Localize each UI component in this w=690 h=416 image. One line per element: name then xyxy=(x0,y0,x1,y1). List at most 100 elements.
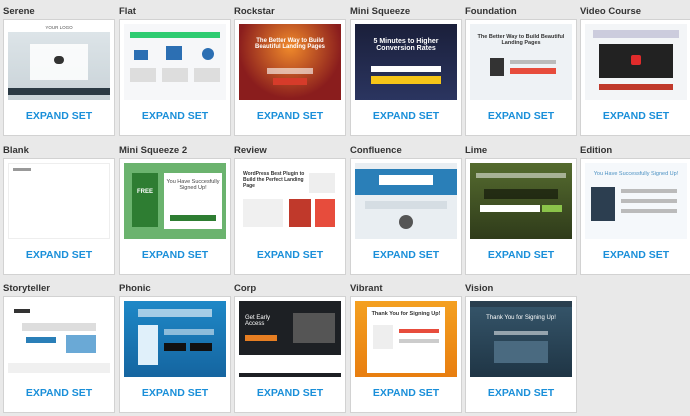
thumbnail-graphic xyxy=(8,163,110,239)
expand-set-button[interactable]: EXPAND SET xyxy=(466,106,576,126)
thumbnail-shape xyxy=(399,329,439,333)
thumbnail-graphic: FREE You Have Succesfully Signed Up! xyxy=(124,163,226,239)
template-thumbnail[interactable]: The Better Way to Build Beautiful Landin… xyxy=(239,24,341,100)
template-thumbnail[interactable]: 5 Minutes to Higher Conversion Rates xyxy=(355,24,457,100)
thumbnail-text: Get Early Access xyxy=(245,315,271,327)
thumbnail-shape xyxy=(476,173,566,178)
template-card: Phonic EXPAND SET xyxy=(119,283,231,416)
thumbnail-shape xyxy=(621,189,677,193)
thumbnail-graphic: YOUR LOGO xyxy=(8,24,110,100)
thumbnail-shape xyxy=(315,199,335,227)
thumbnail-text: The Better Way to Build Beautiful Landin… xyxy=(254,38,325,50)
thumbnail-shape xyxy=(8,88,110,95)
thumbnail-shape xyxy=(54,56,64,64)
template-preview-card[interactable]: Get Early Access EXPAND SET xyxy=(234,296,346,413)
template-thumbnail[interactable]: Thank You for Signing Up! xyxy=(355,301,457,377)
expand-set-button[interactable]: EXPAND SET xyxy=(351,245,461,265)
thumbnail-shape xyxy=(170,215,216,221)
expand-set-button[interactable]: EXPAND SET xyxy=(351,383,461,403)
template-title: Lime xyxy=(465,145,488,156)
template-thumbnail[interactable]: Get Early Access xyxy=(239,301,341,377)
template-title: Corp xyxy=(234,283,257,294)
template-preview-card[interactable]: EXPAND SET xyxy=(580,19,690,136)
template-preview-card[interactable]: EXPAND SET xyxy=(350,158,462,275)
expand-set-button[interactable]: EXPAND SET xyxy=(4,106,114,126)
template-thumbnail[interactable] xyxy=(8,163,110,239)
thumbnail-text: WordPress Best Plugin to Build the Perfe… xyxy=(243,171,305,189)
expand-set-button[interactable]: EXPAND SET xyxy=(120,245,230,265)
template-thumbnail[interactable]: WordPress Best Plugin to Build the Perfe… xyxy=(239,163,341,239)
template-preview-card[interactable]: Thank You for Signing Up! EXPAND SET xyxy=(465,296,577,413)
expand-set-button[interactable]: EXPAND SET xyxy=(120,106,230,126)
thumbnail-shape xyxy=(599,84,673,90)
template-preview-card[interactable]: EXPAND SET xyxy=(119,19,231,136)
thumbnail-graphic: Thank You for Signing Up! xyxy=(355,301,457,377)
template-preview-card[interactable]: The Better Way to Build Beautiful Landin… xyxy=(234,19,346,136)
thumbnail-shape xyxy=(245,335,277,341)
thumbnail-graphic xyxy=(585,24,687,100)
template-card: Rockstar The Better Way to Build Beautif… xyxy=(234,6,346,139)
thumbnail-shape xyxy=(202,48,214,60)
template-preview-card[interactable]: WordPress Best Plugin to Build the Perfe… xyxy=(234,158,346,275)
thumbnail-shape xyxy=(399,215,413,229)
template-thumbnail[interactable]: Thank You for Signing Up! xyxy=(470,301,572,377)
expand-set-button[interactable]: EXPAND SET xyxy=(581,106,690,126)
template-preview-card[interactable]: EXPAND SET xyxy=(3,296,115,413)
template-thumbnail[interactable] xyxy=(355,163,457,239)
expand-set-button[interactable]: EXPAND SET xyxy=(466,383,576,403)
thumbnail-graphic xyxy=(124,24,226,100)
template-thumbnail[interactable] xyxy=(8,301,110,377)
template-thumbnail[interactable] xyxy=(124,301,226,377)
expand-set-button[interactable]: EXPAND SET xyxy=(235,245,345,265)
thumbnail-graphic xyxy=(124,301,226,377)
template-title: Edition xyxy=(580,145,613,156)
template-preview-card[interactable]: The Better Way to Build Beautiful Landin… xyxy=(465,19,577,136)
thumbnail-shape xyxy=(373,325,393,349)
thumbnail-shape xyxy=(190,343,212,351)
template-thumbnail[interactable] xyxy=(124,24,226,100)
template-card: Video Course EXPAND SET xyxy=(580,6,690,139)
thumbnail-shape xyxy=(621,209,677,213)
template-preview-card[interactable]: EXPAND SET xyxy=(119,296,231,413)
template-title: Blank xyxy=(3,145,29,156)
expand-set-button[interactable]: EXPAND SET xyxy=(235,106,345,126)
template-card: Lime EXPAND SET xyxy=(465,145,577,278)
template-thumbnail[interactable]: The Better Way to Build Beautiful Landin… xyxy=(470,24,572,100)
template-preview-card[interactable]: Thank You for Signing Up! EXPAND SET xyxy=(350,296,462,413)
template-preview-card[interactable]: EXPAND SET xyxy=(3,158,115,275)
thumbnail-shape xyxy=(243,199,283,227)
template-preview-card[interactable]: You Have Successfully Signed Up! EXPAND … xyxy=(580,158,690,275)
expand-set-button[interactable]: EXPAND SET xyxy=(4,245,114,265)
template-thumbnail[interactable]: You Have Successfully Signed Up! xyxy=(585,163,687,239)
thumbnail-shape xyxy=(194,68,220,82)
expand-set-button[interactable]: EXPAND SET xyxy=(466,245,576,265)
thumbnail-shape xyxy=(273,78,307,85)
template-thumbnail[interactable]: FREE You Have Succesfully Signed Up! xyxy=(124,163,226,239)
expand-set-button[interactable]: EXPAND SET xyxy=(4,383,114,403)
thumbnail-shape xyxy=(510,68,556,74)
template-title: Mini Squeeze xyxy=(350,6,411,17)
template-preview-card[interactable]: FREE You Have Succesfully Signed Up! EXP… xyxy=(119,158,231,275)
template-card: Mini Squeeze 5 Minutes to Higher Convers… xyxy=(350,6,462,139)
template-preview-card[interactable]: 5 Minutes to Higher Conversion Rates EXP… xyxy=(350,19,462,136)
thumbnail-shape xyxy=(289,199,311,227)
thumbnail-shape xyxy=(365,201,447,209)
template-thumbnail[interactable] xyxy=(470,163,572,239)
template-card: Serene YOUR LOGO EXPAND SET xyxy=(3,6,115,139)
expand-set-button[interactable]: EXPAND SET xyxy=(235,383,345,403)
thumbnail-text: Thank You for Signing Up! xyxy=(486,315,556,321)
thumbnail-shape xyxy=(130,68,156,82)
template-thumbnail[interactable]: YOUR LOGO xyxy=(8,24,110,100)
template-thumbnail[interactable] xyxy=(585,24,687,100)
thumbnail-shape xyxy=(490,58,504,76)
template-preview-card[interactable]: EXPAND SET xyxy=(465,158,577,275)
template-card: Confluence EXPAND SET xyxy=(350,145,462,278)
template-card: Mini Squeeze 2 FREE You Have Succesfully… xyxy=(119,145,231,278)
template-card: Flat EXPAND SET xyxy=(119,6,231,139)
template-card: Vibrant Thank You for Signing Up! EXPAND… xyxy=(350,283,462,416)
thumbnail-shape xyxy=(130,32,220,38)
expand-set-button[interactable]: EXPAND SET xyxy=(351,106,461,126)
template-preview-card[interactable]: YOUR LOGO EXPAND SET xyxy=(3,19,115,136)
expand-set-button[interactable]: EXPAND SET xyxy=(120,383,230,403)
expand-set-button[interactable]: EXPAND SET xyxy=(581,245,690,265)
